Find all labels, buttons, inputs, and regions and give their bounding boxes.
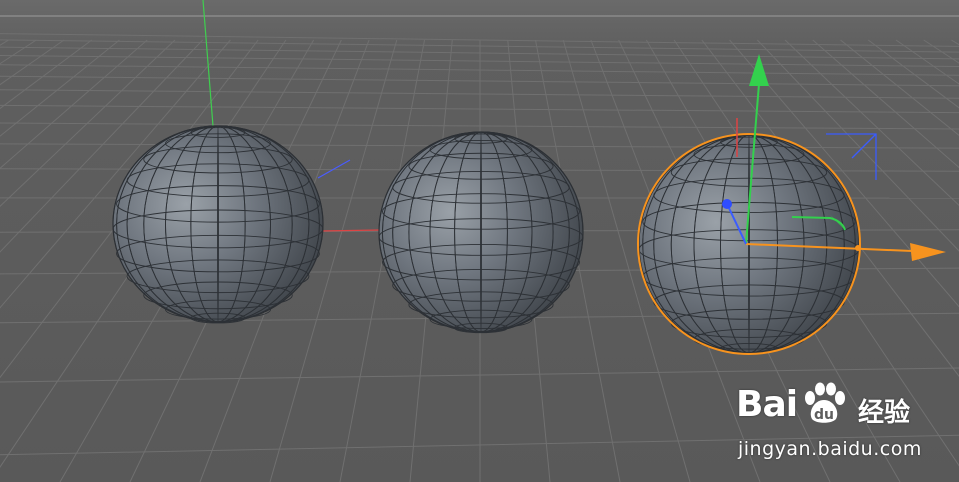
- sphere-object[interactable]: [378, 131, 584, 334]
- sphere-object[interactable]: [112, 125, 324, 324]
- baidu-jingyan-watermark: Bai du 经验 jingyan.baidu.com: [736, 378, 946, 468]
- svg-text:du: du: [814, 407, 834, 423]
- watermark-bai-text: Bai: [736, 384, 798, 425]
- gizmo-x-handle[interactable]: [855, 245, 861, 251]
- gizmo-z-handle[interactable]: [722, 199, 732, 209]
- watermark-url: jingyan.baidu.com: [738, 438, 922, 460]
- watermark-product-text: 经验: [858, 398, 911, 428]
- baidu-paw-icon: du: [805, 382, 845, 423]
- 3d-viewport[interactable]: Bai du 经验 jingyan.baidu.com: [0, 0, 959, 482]
